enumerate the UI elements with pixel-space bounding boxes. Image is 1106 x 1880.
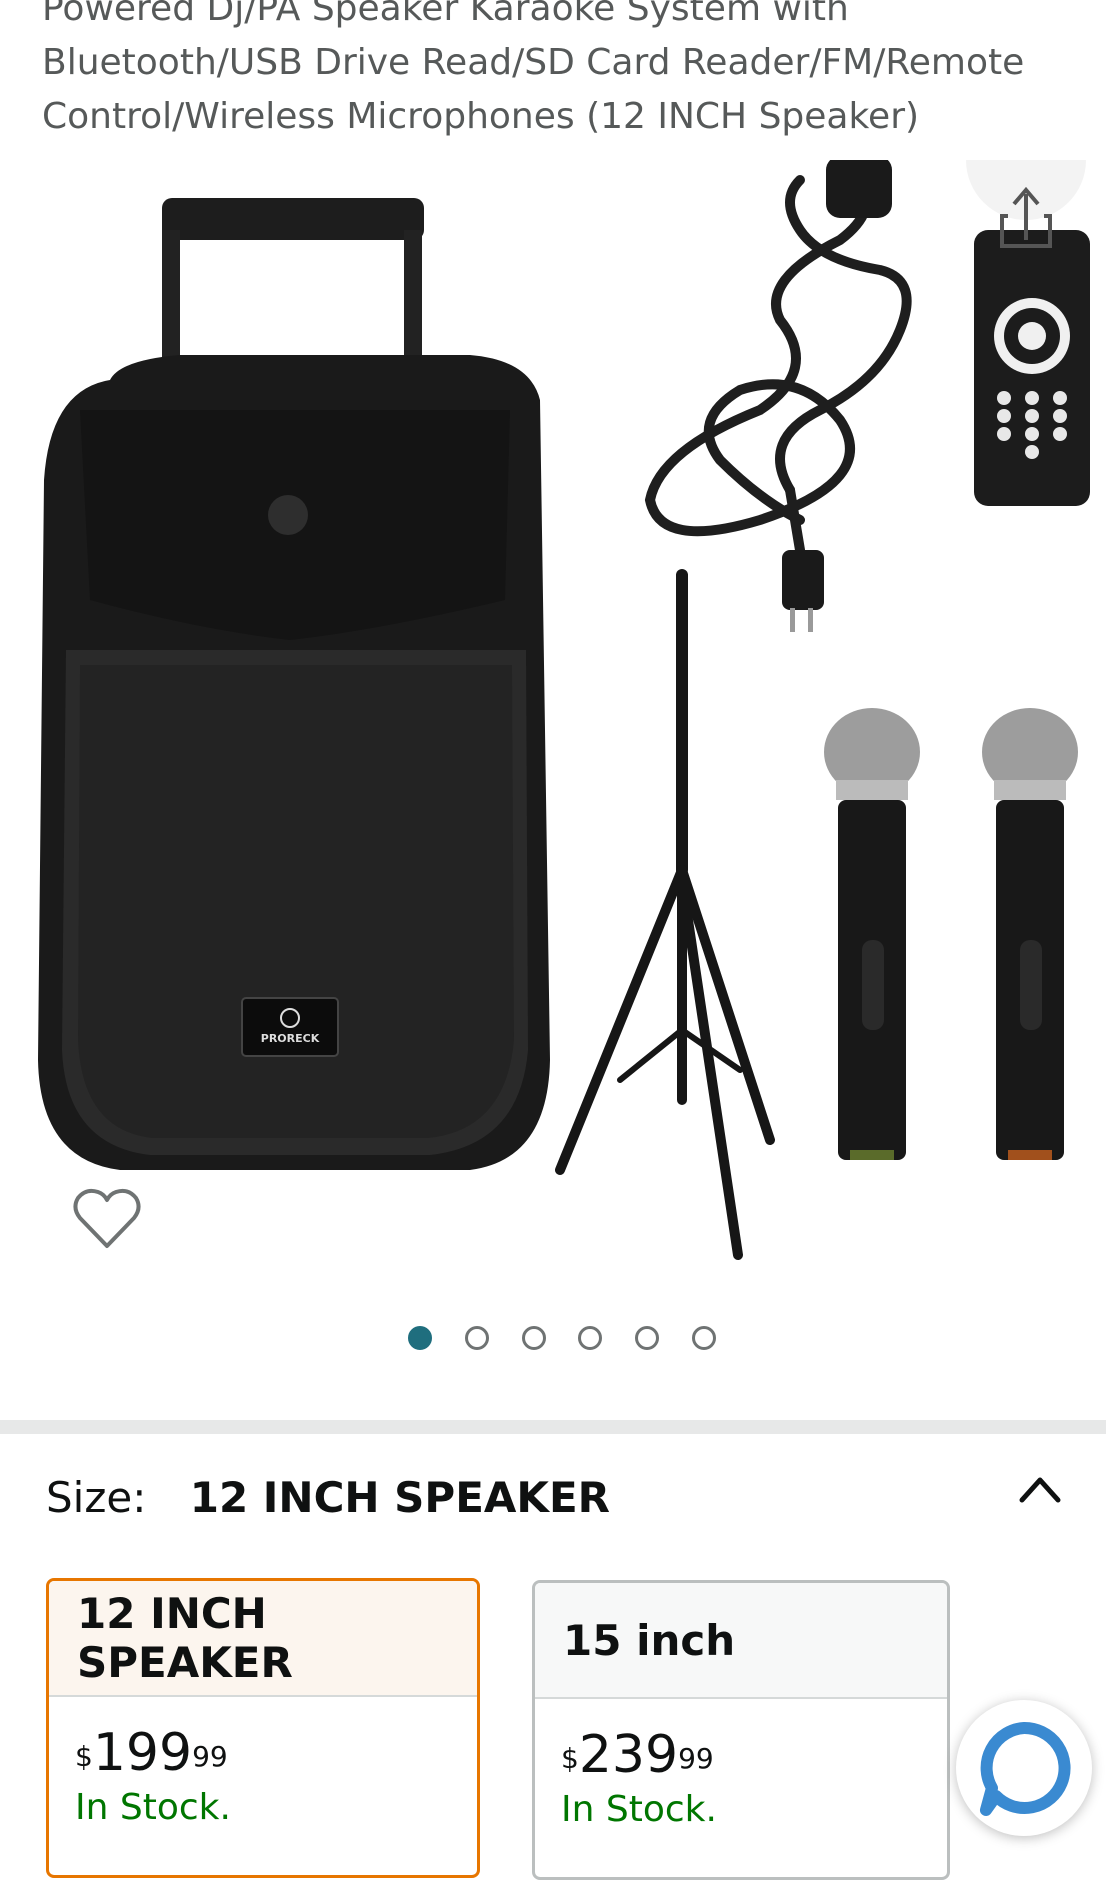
pagination-dot[interactable] — [578, 1326, 602, 1350]
remote-control — [974, 230, 1090, 506]
speaker-brand-logo: PRORECK — [261, 1032, 320, 1045]
chat-button[interactable] — [956, 1700, 1092, 1836]
size-option-name: 12 INCH SPEAKER — [49, 1581, 477, 1697]
pagination-dot[interactable] — [408, 1326, 432, 1350]
size-option-12-inch[interactable]: 12 INCH SPEAKER $19999 In Stock. — [46, 1578, 480, 1878]
size-option-price: $19999 — [75, 1723, 228, 1783]
product-title: Powered Dj/PA Speaker Karaoke System wit… — [42, 0, 1025, 137]
selected-size: 12 INCH SPEAKER — [189, 1473, 610, 1522]
size-option-name: 15 inch — [535, 1583, 947, 1699]
wireless-microphone-2 — [982, 708, 1078, 1160]
tripod-stand — [555, 569, 775, 1260]
chat-icon — [980, 1721, 1071, 1816]
section-divider — [0, 1420, 1106, 1434]
product-image: PRORECK — [38, 156, 1090, 1260]
pagination-dot[interactable] — [692, 1326, 716, 1350]
product-image-gallery[interactable]: PRORECK — [0, 156, 1106, 1290]
size-selector-header[interactable]: Size: 12 INCH SPEAKER — [46, 1470, 610, 1526]
size-label: Size: — [46, 1473, 147, 1522]
share-icon[interactable] — [946, 160, 1106, 260]
size-option-price: $23999 — [561, 1725, 714, 1785]
speaker-body: PRORECK — [38, 355, 550, 1170]
wireless-microphone-1 — [824, 708, 920, 1160]
size-option-15-inch[interactable]: 15 inch $23999 In Stock. — [532, 1580, 950, 1880]
power-cord — [644, 175, 912, 555]
image-pagination — [0, 1326, 1106, 1354]
pagination-dot[interactable] — [635, 1326, 659, 1350]
pagination-dot[interactable] — [465, 1326, 489, 1350]
chevron-up-icon[interactable] — [1018, 1474, 1062, 1504]
pagination-dot[interactable] — [522, 1326, 546, 1350]
availability-status: In Stock. — [75, 1787, 231, 1828]
heart-icon[interactable] — [72, 1188, 142, 1252]
availability-status: In Stock. — [561, 1789, 717, 1830]
